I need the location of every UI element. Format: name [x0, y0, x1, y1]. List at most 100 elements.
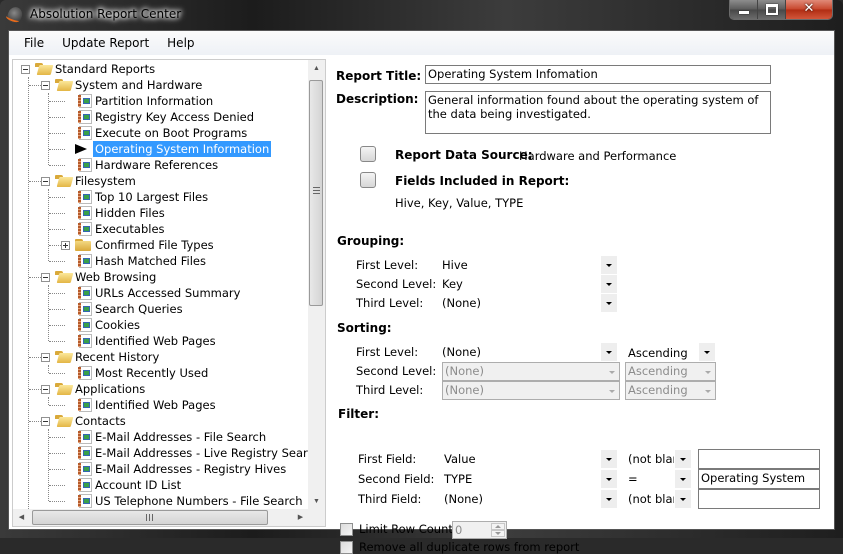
limit-row-count-checkbox[interactable]	[340, 523, 353, 536]
tree-node[interactable]: Most Recently Used	[13, 365, 309, 381]
horizontal-scroll-thumb[interactable]	[32, 510, 268, 525]
tree-node[interactable]: Standard Reports	[13, 61, 309, 77]
report-icon	[78, 366, 92, 380]
tree-node[interactable]: Confirmed File Types	[13, 237, 309, 253]
menu-help[interactable]: Help	[159, 36, 202, 50]
limit-row-count-spinner[interactable]: 0	[452, 521, 507, 539]
filter-value-input[interactable]	[698, 489, 820, 509]
filter-operator-select[interactable]: =	[627, 470, 691, 488]
tree-node[interactable]: Web Browsing	[13, 269, 309, 285]
tree-node[interactable]: Top 10 Largest Files	[13, 189, 309, 205]
scroll-left-icon[interactable]: ◀	[13, 509, 30, 526]
tree-vertical-scrollbar[interactable]: ▲ ▼	[308, 60, 325, 510]
close-button[interactable]: ✕	[786, 0, 832, 19]
dropdown-arrow-icon[interactable]	[675, 450, 691, 468]
data-source-toggle-button[interactable]	[360, 146, 376, 162]
collapse-icon[interactable]	[41, 273, 50, 282]
sorting-field-select[interactable]: (None)	[442, 362, 620, 381]
tree-node[interactable]: Search Queries	[13, 301, 309, 317]
filter-operator-select[interactable]: (not blank	[627, 450, 691, 468]
tree-node[interactable]: Registry Key Access Denied	[13, 109, 309, 125]
tree-node[interactable]: Identified Web Pages	[13, 333, 309, 349]
sorting-field-select[interactable]: (None)	[442, 343, 617, 361]
report-title-input[interactable]: Operating System Infomation	[425, 65, 771, 84]
filter-value-input[interactable]: Operating System	[698, 469, 820, 489]
tree-node[interactable]: Contacts	[13, 413, 309, 429]
sorting-order-select[interactable]: Ascending	[625, 362, 716, 381]
collapse-icon[interactable]	[41, 81, 50, 90]
tree-node[interactable]: Partition Information	[13, 93, 309, 109]
remove-duplicates-checkbox[interactable]	[340, 541, 353, 554]
grouping-level-select[interactable]: Hive	[442, 256, 617, 274]
minimize-button[interactable]	[730, 0, 758, 19]
menu-file[interactable]: File	[16, 36, 52, 50]
filter-field-select[interactable]: (None)	[442, 490, 617, 508]
dropdown-arrow-icon[interactable]	[601, 470, 617, 488]
fields-toggle-button[interactable]	[360, 172, 376, 188]
grouping-level-label: First Level:	[356, 258, 419, 272]
sorting-order-select[interactable]: Ascending	[625, 381, 716, 400]
scroll-down-icon[interactable]: ▼	[308, 493, 325, 510]
scroll-up-icon[interactable]: ▲	[308, 60, 325, 77]
filter-field-label: First Field:	[358, 452, 417, 466]
filter-field-select[interactable]: Value	[442, 450, 617, 468]
tree-node[interactable]: US Telephone Numbers - File Search	[13, 493, 309, 509]
tree-node-label: Registry Key Access Denied	[95, 110, 255, 124]
dropdown-arrow-icon[interactable]	[601, 343, 617, 361]
tree-node[interactable]: Account ID List	[13, 477, 309, 493]
fields-included-value: Hive, Key, Value, TYPE	[395, 196, 524, 210]
tree-node[interactable]: Hash Matched Files	[13, 253, 309, 269]
filter-value-input[interactable]	[698, 449, 820, 469]
collapse-icon[interactable]	[41, 177, 50, 186]
tree-node[interactable]: Cookies	[13, 317, 309, 333]
tree-node[interactable]: Filesystem	[13, 173, 309, 189]
tree-horizontal-scrollbar[interactable]: ◀ ▶	[13, 509, 309, 526]
menu-update-report[interactable]: Update Report	[54, 36, 157, 50]
expand-icon[interactable]	[61, 241, 70, 250]
tree-node[interactable]: URLs Accessed Summary	[13, 285, 309, 301]
filter-operator-select[interactable]: (not blank	[627, 490, 691, 508]
dropdown-arrow-icon[interactable]	[675, 470, 691, 488]
dropdown-arrow-icon[interactable]	[601, 256, 617, 274]
folder-icon	[75, 239, 92, 251]
tree-node[interactable]: E-Mail Addresses - Live Registry Search	[13, 445, 309, 461]
collapse-icon[interactable]	[41, 353, 50, 362]
description-input[interactable]: General information found about the oper…	[425, 91, 771, 134]
title-bar[interactable]: Absolution Report Center ✕	[0, 0, 843, 30]
collapse-icon[interactable]	[41, 385, 50, 394]
tree-node[interactable]: Recent History	[13, 349, 309, 365]
spin-up-icon[interactable]	[491, 523, 505, 530]
spinner-buttons[interactable]	[491, 523, 505, 538]
grouping-level-select[interactable]: (None)	[442, 294, 617, 312]
maximize-button[interactable]	[758, 0, 786, 19]
filter-field-select[interactable]: TYPE	[442, 470, 617, 488]
scroll-right-icon[interactable]: ▶	[292, 509, 309, 526]
collapse-icon[interactable]	[21, 65, 30, 74]
tree-node[interactable]: Execute on Boot Programs	[13, 125, 309, 141]
dropdown-arrow-icon[interactable]	[699, 343, 715, 361]
tree-node[interactable]: Executables	[13, 221, 309, 237]
spin-down-icon[interactable]	[491, 530, 505, 537]
sorting-order-select[interactable]: Ascending	[627, 343, 715, 361]
report-tree[interactable]: Standard Reports System and Hardware Parti…	[13, 60, 309, 510]
sorting-field-select[interactable]: (None)	[442, 381, 620, 400]
tree-node[interactable]: Identified Web Pages	[13, 397, 309, 413]
tree-node[interactable]: E-Mail Addresses - Registry Hives	[13, 461, 309, 477]
grouping-level-select[interactable]: Key	[442, 275, 617, 293]
dropdown-arrow-icon[interactable]	[675, 490, 691, 508]
tree-node[interactable]: Hardware References	[13, 157, 309, 173]
menu-bar: File Update Report Help	[9, 31, 834, 55]
tree-node[interactable]: Operating System Information	[13, 141, 309, 157]
tree-node[interactable]: Applications	[13, 381, 309, 397]
tree-node[interactable]: System and Hardware	[13, 77, 309, 93]
dropdown-arrow-icon[interactable]	[601, 490, 617, 508]
dropdown-arrow-icon[interactable]	[601, 450, 617, 468]
tree-node[interactable]: E-Mail Addresses - File Search	[13, 429, 309, 445]
filter-field-value: TYPE	[444, 472, 473, 486]
tree-node[interactable]: Hidden Files	[13, 205, 309, 221]
dropdown-arrow-icon[interactable]	[601, 294, 617, 312]
vertical-scroll-thumb[interactable]	[309, 80, 323, 306]
collapse-icon[interactable]	[41, 417, 50, 426]
dropdown-arrow-icon[interactable]	[601, 275, 617, 293]
window-title: Absolution Report Center	[30, 7, 182, 21]
